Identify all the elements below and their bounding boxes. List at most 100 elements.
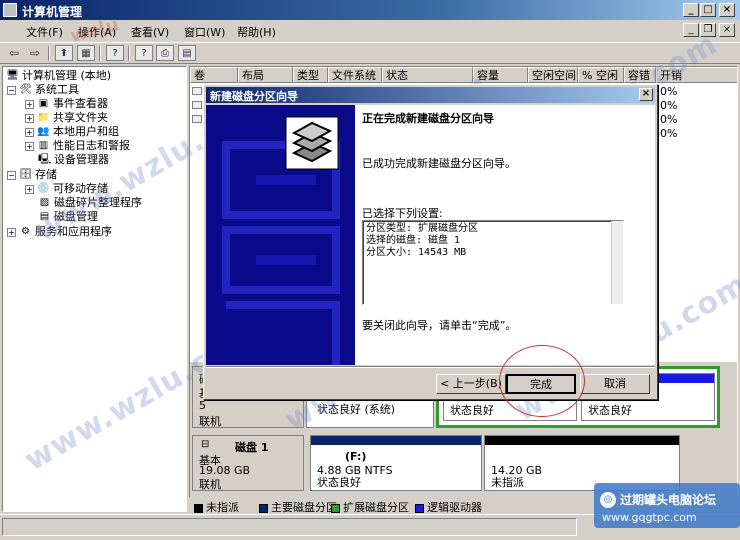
tree-item-computer-management[interactable]: 🖥 计算机管理 (本地) bbox=[6, 69, 111, 83]
collapse-icon[interactable]: − bbox=[7, 85, 16, 95]
expand-icon[interactable]: + bbox=[25, 141, 34, 151]
back-arrow-icon[interactable]: ⇦ bbox=[5, 45, 23, 61]
console-tree: 🖥 计算机管理 (本地) − 🛠 系统工具 + ▣ 事件查看器 + 📁 共享文件夹 + 👥 本地用… bbox=[2, 66, 187, 512]
close-button[interactable]: × bbox=[719, 3, 735, 17]
defrag-icon: ▨ bbox=[39, 197, 50, 208]
column-header-layout[interactable]: 布局 bbox=[238, 67, 293, 83]
column-header-overhead[interactable]: 开销 bbox=[656, 67, 737, 83]
percent-free-value: 0% bbox=[660, 85, 678, 98]
percent-free-value: 0% bbox=[660, 127, 678, 140]
event-viewer-icon: ▣ bbox=[38, 98, 49, 109]
tools-icon: 🛠 bbox=[19, 84, 32, 95]
tree-item-disk-defragmenter[interactable]: ▨ 磁盘碎片整理程序 bbox=[38, 196, 142, 210]
wizard-success-text: 已成功完成新建磁盘分区向导。 bbox=[362, 157, 516, 170]
column-header-capacity[interactable]: 容量 bbox=[473, 67, 528, 83]
setting-partition-size: 分区大小: 14543 MB bbox=[366, 247, 467, 258]
disk1-label-cell[interactable]: ⊟ 磁盘 1 基本 19.08 GB 联机 bbox=[192, 435, 304, 491]
expand-icon[interactable]: + bbox=[25, 127, 34, 137]
menu-view[interactable]: 查看(V) bbox=[131, 24, 169, 40]
properties-icon[interactable]: ? bbox=[135, 45, 153, 61]
tree-item-event-viewer[interactable]: + ▣ 事件查看器 bbox=[25, 97, 108, 111]
new-partition-wizard: 新建磁盘分区向导 × 正在完成新建磁盘分区向导 已成功完成新建磁盘分区向导。 已… bbox=[203, 84, 658, 400]
tree-item-performance-logs[interactable]: + ▥ 性能日志和警报 bbox=[25, 139, 130, 153]
back-button[interactable]: < 上一步(B) bbox=[436, 374, 506, 394]
computer-management-icon bbox=[3, 3, 17, 17]
menu-bar: 文件(F) 操作(A) 查看(V) 窗口(W) 帮助(H) bbox=[0, 21, 740, 41]
disk1-name: 磁盘 1 bbox=[235, 441, 269, 454]
wizard-title-bar: 新建磁盘分区向导 × bbox=[206, 87, 655, 103]
show-hide-tree-icon[interactable]: ▦ bbox=[77, 45, 95, 61]
volume-icon bbox=[192, 101, 202, 109]
summary-scrollbar[interactable] bbox=[611, 221, 623, 304]
tree-item-services-applications[interactable]: + ⚙ 服务和应用程序 bbox=[7, 225, 112, 239]
expand-icon[interactable]: + bbox=[7, 227, 16, 237]
menu-help[interactable]: 帮助(H) bbox=[237, 24, 276, 40]
column-header-fault-tolerance[interactable]: 容错 bbox=[624, 67, 656, 83]
legend-swatch bbox=[259, 503, 268, 513]
column-header-free-space[interactable]: 空闲空间 bbox=[528, 67, 578, 83]
tree-item-shared-folders[interactable]: + 📁 共享文件夹 bbox=[25, 111, 108, 125]
wizard-close-button[interactable]: × bbox=[639, 88, 653, 101]
help-icon[interactable]: ? bbox=[106, 45, 124, 61]
menu-file[interactable]: 文件(F) bbox=[26, 24, 63, 40]
mdi-restore-button[interactable]: ❐ bbox=[700, 23, 716, 37]
menu-action[interactable]: 操作(A) bbox=[78, 24, 116, 40]
minimize-button[interactable]: _ bbox=[683, 3, 699, 17]
mdi-minimize-button[interactable]: _ bbox=[683, 23, 699, 37]
disk1-status: 联机 bbox=[199, 478, 221, 491]
wizard-content: 正在完成新建磁盘分区向导 已成功完成新建磁盘分区向导。 已选择下列设置: 分区类… bbox=[355, 105, 655, 365]
legend-extended-partition: 扩展磁盘分区 bbox=[331, 499, 409, 515]
window-title: 计算机管理 bbox=[22, 5, 83, 19]
wizard-settings-label: 已选择下列设置: bbox=[362, 207, 443, 220]
tree-item-storage[interactable]: − 🗄 存储 bbox=[7, 168, 57, 182]
expand-icon[interactable]: + bbox=[25, 113, 34, 123]
toolbar: ⇦ ⇨ ⬆ ▦ ? ? ⎙ ▤ bbox=[0, 42, 740, 64]
mdi-close-button[interactable]: × bbox=[719, 23, 735, 37]
expand-icon[interactable]: + bbox=[25, 99, 34, 109]
collapse-icon[interactable]: − bbox=[7, 170, 16, 180]
tree-item-removable-storage[interactable]: + 💿 可移动存储 bbox=[25, 182, 108, 196]
tree-item-local-users-groups[interactable]: + 👥 本地用户和组 bbox=[25, 125, 119, 139]
wizard-button-separator bbox=[206, 366, 655, 368]
forum-logo-title: 过期罐头电脑论坛 bbox=[620, 493, 717, 507]
settings-summary-box[interactable]: 分区类型: 扩展磁盘分区 选择的磁盘: 磁盘 1 分区大小: 14543 MB bbox=[362, 220, 624, 305]
removable-storage-icon: 💿 bbox=[37, 183, 50, 194]
legend-unallocated: 未指派 bbox=[194, 499, 239, 515]
title-bar: 计算机管理 _ □ × bbox=[0, 0, 740, 20]
wizard-side-art bbox=[206, 105, 355, 365]
column-header-type[interactable]: 类型 bbox=[293, 67, 328, 83]
menu-window[interactable]: 窗口(W) bbox=[184, 24, 225, 40]
tree-item-device-manager[interactable]: 🖳 设备管理器 bbox=[38, 153, 109, 167]
legend-primary-partition: 主要磁盘分区 bbox=[259, 499, 337, 515]
export-icon[interactable]: ⎙ bbox=[156, 45, 174, 61]
users-icon: 👥 bbox=[37, 126, 50, 137]
percent-free-value: 0% bbox=[660, 113, 678, 126]
column-header-percent-free[interactable]: % 空闲 bbox=[578, 67, 624, 83]
wizard-heading: 正在完成新建磁盘分区向导 bbox=[362, 112, 494, 125]
toolbar-separator bbox=[99, 46, 101, 61]
setting-selected-disk: 选择的磁盘: 磁盘 1 bbox=[366, 235, 461, 246]
tree-item-disk-management[interactable]: ▤ 磁盘管理 bbox=[38, 210, 98, 224]
expand-icon[interactable]: + bbox=[25, 184, 34, 194]
help-book-icon[interactable]: ▤ bbox=[178, 45, 196, 61]
legend-swatch bbox=[415, 503, 424, 513]
disk1-partition-f[interactable]: (F:) 4.88 GB NTFS 状态良好 bbox=[310, 435, 482, 491]
tree-item-system-tools[interactable]: − 🛠 系统工具 bbox=[7, 83, 79, 97]
primary-partition-bar bbox=[311, 436, 481, 445]
legend-swatch bbox=[194, 503, 203, 513]
unallocated-status: 未指派 bbox=[491, 476, 524, 489]
cancel-button[interactable]: 取消 bbox=[580, 374, 650, 394]
column-header-status[interactable]: 状态 bbox=[382, 67, 473, 83]
column-header-file-system[interactable]: 文件系统 bbox=[328, 67, 382, 83]
column-header-volume[interactable]: 卷 bbox=[190, 67, 238, 83]
wizard-close-hint: 要关闭此向导，请单击“完成”。 bbox=[362, 319, 517, 332]
up-folder-icon[interactable]: ⬆ bbox=[55, 45, 73, 61]
device-manager-icon: 🖳 bbox=[38, 154, 52, 165]
forward-arrow-icon[interactable]: ⇨ bbox=[26, 45, 44, 61]
percent-free-value: 0% bbox=[660, 99, 678, 112]
annotation-circle bbox=[499, 345, 585, 417]
partition-name: (F:) bbox=[345, 450, 367, 463]
disk-management-icon: ▤ bbox=[39, 211, 50, 222]
maximize-button[interactable]: □ bbox=[700, 3, 716, 17]
wizard-title: 新建磁盘分区向导 bbox=[210, 90, 298, 103]
